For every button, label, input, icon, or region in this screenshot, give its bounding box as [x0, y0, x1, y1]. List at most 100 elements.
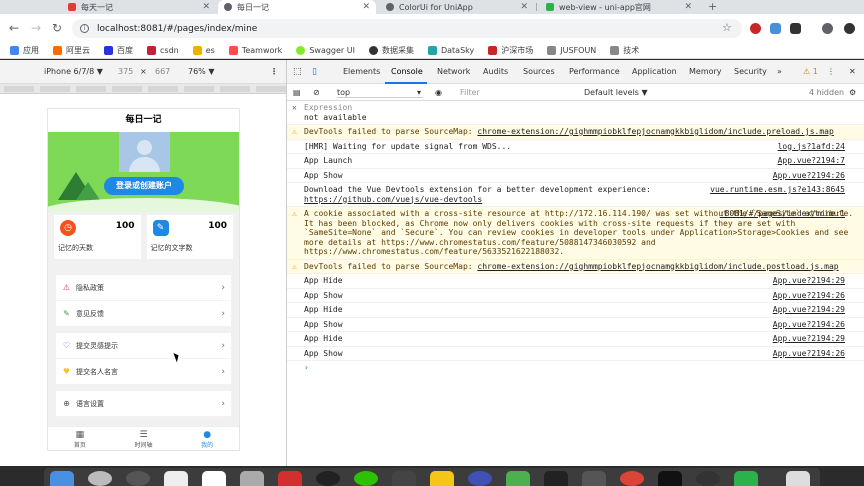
- device-height[interactable]: 667: [155, 67, 170, 76]
- extension-icon[interactable]: [750, 23, 761, 34]
- chrome-icon[interactable]: [620, 471, 644, 486]
- tab-timeline[interactable]: ☰ 时间轴: [112, 427, 176, 450]
- message-link[interactable]: chrome-extension://gighmmpiobklfepjocnam…: [477, 127, 833, 136]
- terminal-icon[interactable]: [544, 471, 568, 486]
- close-icon[interactable]: ✕: [520, 2, 528, 12]
- source-link[interactable]: App.vue?2194:29: [773, 276, 845, 286]
- bookmark-5[interactable]: Teamwork: [228, 45, 282, 55]
- close-icon[interactable]: ✕: [202, 2, 210, 12]
- bookmark-star-icon[interactable]: ☆: [722, 21, 732, 34]
- browser-tab-0[interactable]: 每天一记 ✕: [62, 0, 216, 14]
- calendar-icon[interactable]: [202, 471, 226, 486]
- address-bar[interactable]: i localhost:8081/#/pages/index/mine: [72, 19, 742, 38]
- bookmark-10[interactable]: JUSFOUN: [547, 45, 596, 55]
- source-link[interactable]: log.js?1afd:24: [778, 142, 845, 152]
- source-link[interactable]: App.vue?2194:26: [773, 291, 845, 301]
- menu-item-inspiration[interactable]: ♡ 提交灵感提示 ›: [56, 333, 231, 359]
- bookmark-3[interactable]: csdn: [147, 45, 179, 55]
- message-link[interactable]: https://github.com/vuejs/vue-devtools: [304, 195, 482, 204]
- browser-tab-3[interactable]: web-view - uni-app官网 ✕: [540, 0, 698, 14]
- source-link[interactable]: App.vue?2194:26: [773, 349, 845, 359]
- tab-application[interactable]: Application: [632, 67, 677, 76]
- clear-console-icon[interactable]: ⊘: [313, 88, 320, 97]
- close-icon[interactable]: ✕: [362, 2, 370, 12]
- bookmark-11[interactable]: 技术: [610, 45, 639, 56]
- qq-icon[interactable]: [316, 471, 340, 486]
- tab-audits[interactable]: Audits: [483, 67, 508, 76]
- menu-item-feedback[interactable]: ✎ 意见反馈 ›: [56, 301, 231, 327]
- bookmark-4[interactable]: es: [192, 45, 215, 55]
- source-link[interactable]: vue.runtime.esm.js?e143:8645: [710, 185, 845, 195]
- bookmark-1[interactable]: 阿里云: [53, 45, 90, 56]
- tab-network[interactable]: Network: [437, 67, 470, 76]
- bookmark-8[interactable]: DataSky: [427, 45, 474, 55]
- wechat-icon[interactable]: [354, 471, 378, 486]
- app-icon[interactable]: [696, 471, 720, 486]
- source-link[interactable]: App.vue?2194:29: [773, 305, 845, 315]
- bookmark-6[interactable]: Swagger UI: [296, 45, 355, 55]
- more-tabs-icon[interactable]: »: [777, 67, 782, 76]
- filter-input[interactable]: Filter: [460, 88, 480, 97]
- app-icon[interactable]: [278, 471, 302, 486]
- menu-item-language[interactable]: ⊕ 语言设置 ›: [56, 391, 231, 417]
- bookmark-9[interactable]: 沪深市场: [488, 45, 533, 56]
- close-icon[interactable]: ✕: [684, 2, 692, 12]
- tab-home[interactable]: ▦ 首页: [48, 427, 112, 450]
- tab-mine[interactable]: ● 我的: [175, 427, 239, 450]
- warning-count[interactable]: ⚠ 1: [803, 67, 818, 76]
- device-toggle-icon[interactable]: ▯: [312, 67, 317, 77]
- message-link[interactable]: chrome-extension://gighmmpiobklfepjocnam…: [477, 262, 838, 271]
- app-icon[interactable]: [240, 471, 264, 486]
- more-options-icon[interactable]: ⋮: [270, 67, 278, 76]
- bookmark-2[interactable]: 百度: [104, 45, 133, 56]
- device-select[interactable]: iPhone 6/7/8 ▼: [44, 67, 103, 76]
- app-icon[interactable]: [468, 471, 492, 486]
- app-icon[interactable]: [164, 471, 188, 486]
- tab-performance[interactable]: Performance: [569, 67, 620, 76]
- zoom-select[interactable]: 76% ▼: [188, 67, 214, 76]
- login-button[interactable]: 登录或创建账户: [104, 177, 184, 195]
- app-icon[interactable]: [506, 471, 530, 486]
- pycharm-icon[interactable]: [658, 471, 682, 486]
- device-width[interactable]: 375: [118, 67, 133, 76]
- avatar[interactable]: [119, 132, 170, 172]
- sidebar-toggle-icon[interactable]: ▤: [293, 88, 301, 97]
- context-select[interactable]: top: [337, 88, 423, 98]
- settings-more-icon[interactable]: ⋮: [827, 67, 835, 76]
- app-icon[interactable]: [430, 471, 454, 486]
- source-link[interactable]: :8081/#/pages/index/mine:1: [720, 209, 845, 219]
- back-icon[interactable]: ←: [9, 21, 19, 35]
- tab-security[interactable]: Security: [734, 67, 767, 76]
- tab-console[interactable]: Console: [391, 67, 423, 76]
- bookmark-0[interactable]: 应用: [10, 45, 39, 56]
- browser-tab-1[interactable]: 每日一记 ✕: [218, 0, 376, 14]
- close-icon[interactable]: ✕: [292, 103, 297, 113]
- inspect-icon[interactable]: ⬚: [293, 67, 302, 77]
- profile-icon[interactable]: [822, 23, 833, 34]
- app-icon[interactable]: [582, 471, 606, 486]
- source-link[interactable]: App.vue?2194:29: [773, 334, 845, 344]
- finder-icon[interactable]: [50, 471, 74, 486]
- tab-sources[interactable]: Sources: [523, 67, 555, 76]
- new-tab-icon[interactable]: +: [708, 0, 717, 13]
- bookmark-7[interactable]: 数据采集: [368, 45, 414, 56]
- source-link[interactable]: App.vue?2194:26: [773, 320, 845, 330]
- forward-icon[interactable]: →: [31, 21, 41, 35]
- extension-icon[interactable]: [770, 23, 781, 34]
- menu-icon[interactable]: [844, 23, 855, 34]
- browser-tab-2[interactable]: ColorUi for UniApp ✕: [380, 0, 534, 14]
- close-icon[interactable]: ✕: [849, 67, 856, 76]
- app-icon[interactable]: [126, 471, 150, 486]
- hbuilder-icon[interactable]: [734, 471, 758, 486]
- menu-item-privacy[interactable]: ⚠ 隐私政策 ›: [56, 275, 231, 301]
- console-prompt[interactable]: ›: [287, 361, 864, 375]
- eye-icon[interactable]: ◉: [435, 88, 442, 97]
- source-link[interactable]: App.vue?2194:7: [778, 156, 845, 166]
- trash-icon[interactable]: [786, 471, 810, 486]
- levels-select[interactable]: Default levels ▼: [584, 88, 648, 97]
- tab-elements[interactable]: Elements: [343, 67, 380, 76]
- settings-gear-icon[interactable]: ⚙: [849, 88, 856, 97]
- extension-icon[interactable]: [790, 23, 801, 34]
- app-icon[interactable]: [392, 471, 416, 486]
- tab-memory[interactable]: Memory: [689, 67, 722, 76]
